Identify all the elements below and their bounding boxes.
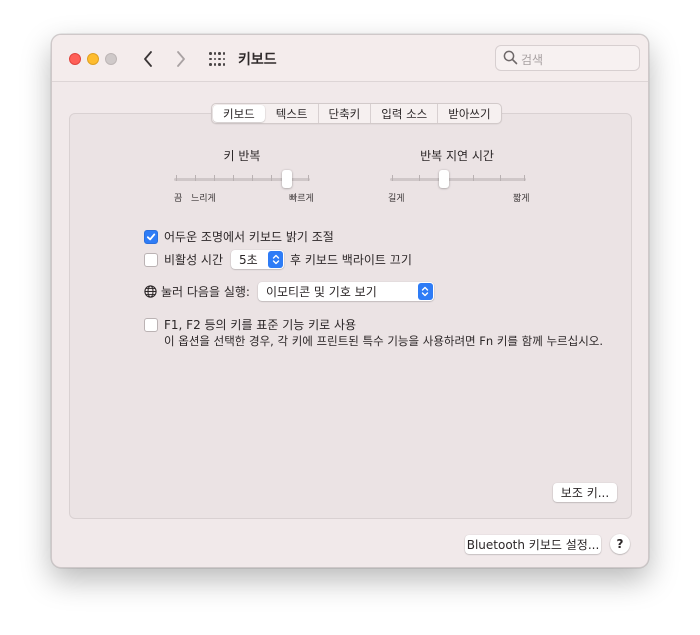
help-button[interactable]: ? [610, 534, 630, 554]
backlight-option[interactable]: 어두운 조명에서 키보드 밝기 조절 [144, 228, 334, 245]
inactivity-prefix: 비활성 시간 [164, 253, 224, 267]
tab-input-sources[interactable]: 입력 소스 [371, 104, 439, 123]
bluetooth-keyboard-setup-button[interactable]: Bluetooth 키보드 설정... [465, 535, 601, 554]
globe-icon [144, 285, 157, 298]
inactivity-select[interactable]: 5초 [231, 250, 285, 269]
backlight-checkbox[interactable] [144, 229, 158, 244]
tab-bar: 키보드 텍스트 단축키 입력 소스 받아쓰기 [211, 103, 502, 124]
key-repeat-label: 키 반복 [223, 149, 261, 163]
inactivity-checkbox[interactable] [144, 252, 158, 267]
zoom-button[interactable] [105, 53, 117, 65]
search-field[interactable]: 검색 [495, 45, 640, 71]
inactivity-suffix: 후 키보드 백라이트 끄기 [290, 253, 412, 267]
inactivity-value: 5초 [239, 253, 258, 267]
chevron-right-icon [177, 51, 185, 67]
updown-chevron-icon [268, 251, 284, 268]
search-icon [503, 50, 518, 65]
minimize-button[interactable] [87, 53, 99, 65]
tab-dictation[interactable]: 받아쓰기 [438, 104, 500, 123]
fn-keys-checkbox[interactable] [144, 317, 158, 332]
modifier-keys-button[interactable]: 보조 키... [553, 483, 617, 502]
repeat-delay-label: 반복 지연 시간 [420, 149, 494, 163]
window-title: 키보드 [238, 52, 277, 68]
backlight-label: 어두운 조명에서 키보드 밝기 조절 [164, 230, 334, 244]
repeat-delay-knob[interactable] [439, 170, 450, 188]
key-repeat-slow-label: 느리게 [191, 194, 216, 204]
search-placeholder: 검색 [521, 53, 544, 67]
key-repeat-knob[interactable] [281, 170, 292, 188]
titlebar: 키보드 검색 [52, 35, 648, 82]
globe-action-select[interactable]: 이모티콘 및 기호 보기 [257, 282, 434, 301]
fn-keys-label: F1, F2 등의 키를 표준 기능 키로 사용 [164, 318, 357, 332]
inactivity-option: 비활성 시간 5초 후 키보드 백라이트 끄기 [144, 250, 412, 269]
close-button[interactable] [69, 53, 81, 65]
tab-keyboard[interactable]: 키보드 [213, 105, 265, 122]
back-button[interactable] [138, 48, 158, 70]
globe-key-option: 눌러 다음을 실행: 이모티콘 및 기호 보기 [144, 282, 434, 301]
globe-label: 눌러 다음을 실행: [161, 285, 250, 299]
repeat-delay-long-label: 길게 [388, 194, 405, 204]
fn-keys-description: 이 옵션을 선택한 경우, 각 키에 프린트된 특수 기능을 사용하려면 Fn … [164, 334, 604, 348]
chevron-left-icon [144, 51, 152, 67]
updown-chevron-icon [417, 283, 433, 300]
forward-button[interactable] [171, 48, 191, 70]
repeat-delay-short-label: 짧게 [513, 194, 530, 204]
tab-shortcuts[interactable]: 단축키 [319, 104, 372, 123]
checkmark-icon [146, 233, 156, 240]
key-repeat-off-label: 끔 [174, 194, 183, 204]
tab-text[interactable]: 텍스트 [266, 104, 319, 123]
key-repeat-fast-label: 빠르게 [289, 194, 314, 204]
fn-keys-option[interactable]: F1, F2 등의 키를 표준 기능 키로 사용 [144, 316, 356, 333]
preferences-window: 키보드 검색 키보드 텍스트 단축키 입력 소스 받아쓰기 키 반복 끔 느리게… [51, 34, 649, 568]
globe-action-value: 이모티콘 및 기호 보기 [265, 285, 377, 299]
show-all-grid-icon[interactable] [209, 52, 225, 66]
